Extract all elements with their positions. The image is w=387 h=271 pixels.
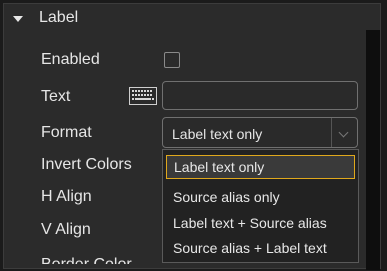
dropdown-option[interactable]: Source alias only bbox=[163, 185, 358, 209]
invert-colors-label: Invert Colors bbox=[41, 156, 132, 173]
dropdown-option[interactable]: Label text only bbox=[166, 155, 355, 179]
border-color-label: Border Color bbox=[41, 256, 132, 264]
panel-edge bbox=[366, 30, 380, 270]
keyboard-icon[interactable] bbox=[129, 87, 157, 105]
format-select[interactable]: Label text only bbox=[162, 117, 358, 148]
text-input[interactable] bbox=[162, 81, 358, 110]
text-label: Text bbox=[41, 88, 71, 105]
combo-divider bbox=[331, 118, 332, 147]
enabled-checkbox[interactable] bbox=[164, 52, 180, 68]
h-align-label: H Align bbox=[41, 188, 92, 205]
format-select-value: Label text only bbox=[172, 126, 263, 142]
v-align-label: V Align bbox=[41, 221, 91, 238]
format-dropdown-list: Label text only Source alias only Label … bbox=[162, 149, 359, 263]
dropdown-option[interactable]: Label text + Source alias bbox=[163, 211, 358, 235]
dropdown-option[interactable]: Source alias + Label text bbox=[163, 236, 358, 260]
format-label: Format bbox=[41, 124, 92, 141]
section-title[interactable]: Label bbox=[39, 9, 78, 27]
collapse-arrow-icon[interactable] bbox=[13, 16, 23, 22]
enabled-label: Enabled bbox=[41, 51, 100, 68]
chevron-down-icon[interactable] bbox=[338, 127, 349, 138]
